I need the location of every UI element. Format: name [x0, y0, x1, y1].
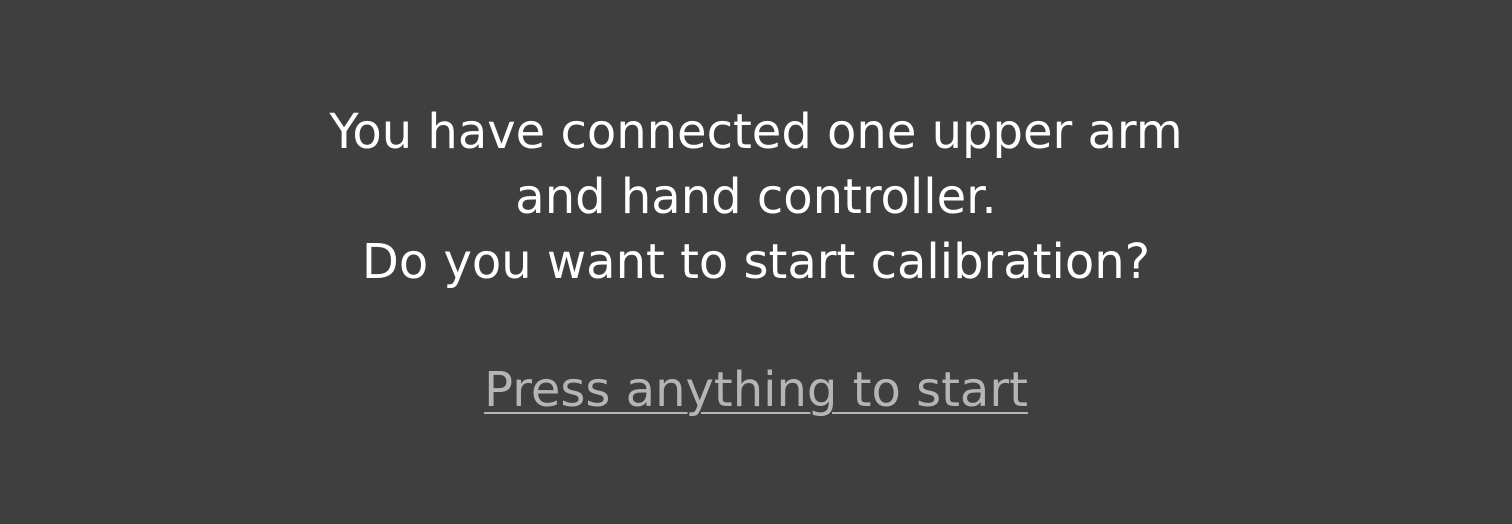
start-prompt-container: Press anything to start	[0, 358, 1512, 423]
message-line-2: and hand controller.	[515, 169, 997, 225]
calibration-dialog: You have connected one upper arm and han…	[0, 0, 1512, 524]
calibration-message: You have connected one upper arm and han…	[0, 100, 1512, 295]
press-anything-to-start-link[interactable]: Press anything to start	[484, 362, 1028, 418]
message-line-1: You have connected one upper arm	[329, 104, 1183, 160]
message-line-3: Do you want to start calibration?	[361, 234, 1151, 290]
